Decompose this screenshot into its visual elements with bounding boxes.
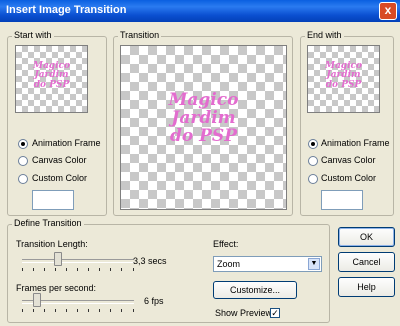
- close-icon: x: [384, 3, 392, 17]
- effect-select-value: Zoom: [217, 259, 241, 269]
- transition-length-label: Transition Length:: [16, 239, 88, 249]
- start-animation-frame-radio[interactable]: [18, 139, 28, 149]
- define-transition-label: Define Transition: [12, 218, 84, 228]
- start-canvas-color-label: Canvas Color: [32, 155, 87, 165]
- help-button[interactable]: Help: [338, 277, 395, 297]
- transition-label: Transition: [118, 30, 162, 40]
- ok-button-label: OK: [359, 232, 373, 242]
- customize-button-label: Customize...: [229, 285, 280, 295]
- end-custom-color-swatch[interactable]: [321, 190, 363, 210]
- start-with-label: Start with: [12, 30, 54, 40]
- transition-length-slider[interactable]: [54, 252, 62, 266]
- transition-watermark: Magico Jardim do PSP: [168, 90, 239, 146]
- fps-value: 6 fps: [144, 296, 164, 306]
- transition-group: Transition Magico Jardim do PSP: [113, 30, 293, 216]
- end-with-label: End with: [305, 30, 344, 40]
- transition-preview: Magico Jardim do PSP: [120, 45, 287, 210]
- window-title: Insert Image Transition: [6, 4, 127, 16]
- start-animation-frame-label: Animation Frame: [32, 138, 101, 148]
- end-animation-frame-label: Animation Frame: [321, 138, 390, 148]
- end-custom-color-label: Custom Color: [321, 173, 377, 183]
- customize-button[interactable]: Customize...: [213, 281, 297, 299]
- start-custom-color-label: Custom Color: [32, 173, 88, 183]
- end-watermark: Magico Jardim do PSP: [325, 61, 362, 90]
- end-with-group: End with Magico Jardim do PSP Animation …: [300, 30, 394, 216]
- chevron-down-icon[interactable]: ▼: [308, 258, 320, 270]
- close-button[interactable]: x: [379, 2, 397, 20]
- fps-label: Frames per second:: [16, 283, 97, 293]
- cancel-button[interactable]: Cancel: [338, 252, 395, 272]
- cancel-button-label: Cancel: [352, 257, 381, 267]
- ok-button[interactable]: OK: [338, 227, 395, 247]
- start-custom-color-swatch[interactable]: [32, 190, 74, 210]
- end-animation-frame-radio[interactable]: [308, 139, 318, 149]
- show-preview-label: Show Preview: [215, 308, 273, 318]
- effect-select[interactable]: Zoom ▼: [213, 256, 322, 272]
- end-canvas-color-label: Canvas Color: [321, 155, 376, 165]
- help-button-label: Help: [357, 282, 376, 292]
- define-transition-group: Define Transition Transition Length: 3,3…: [7, 218, 330, 323]
- end-preview: Magico Jardim do PSP: [307, 45, 380, 113]
- end-custom-color-radio[interactable]: [308, 174, 318, 184]
- show-preview-checkbox[interactable]: ✓: [270, 308, 280, 318]
- start-canvas-color-radio[interactable]: [18, 156, 28, 166]
- start-watermark: Magico Jardim do PSP: [33, 61, 70, 90]
- end-canvas-color-radio[interactable]: [308, 156, 318, 166]
- transition-length-value: 3,3 secs: [133, 256, 167, 266]
- effect-label: Effect:: [213, 239, 239, 249]
- start-preview: Magico Jardim do PSP: [15, 45, 88, 113]
- title-bar[interactable]: Insert Image Transition x: [0, 0, 400, 22]
- start-custom-color-radio[interactable]: [18, 174, 28, 184]
- start-with-group: Start with Magico Jardim do PSP Animatio…: [7, 30, 107, 216]
- fps-slider[interactable]: [33, 293, 41, 307]
- transition-length-track: [22, 259, 134, 263]
